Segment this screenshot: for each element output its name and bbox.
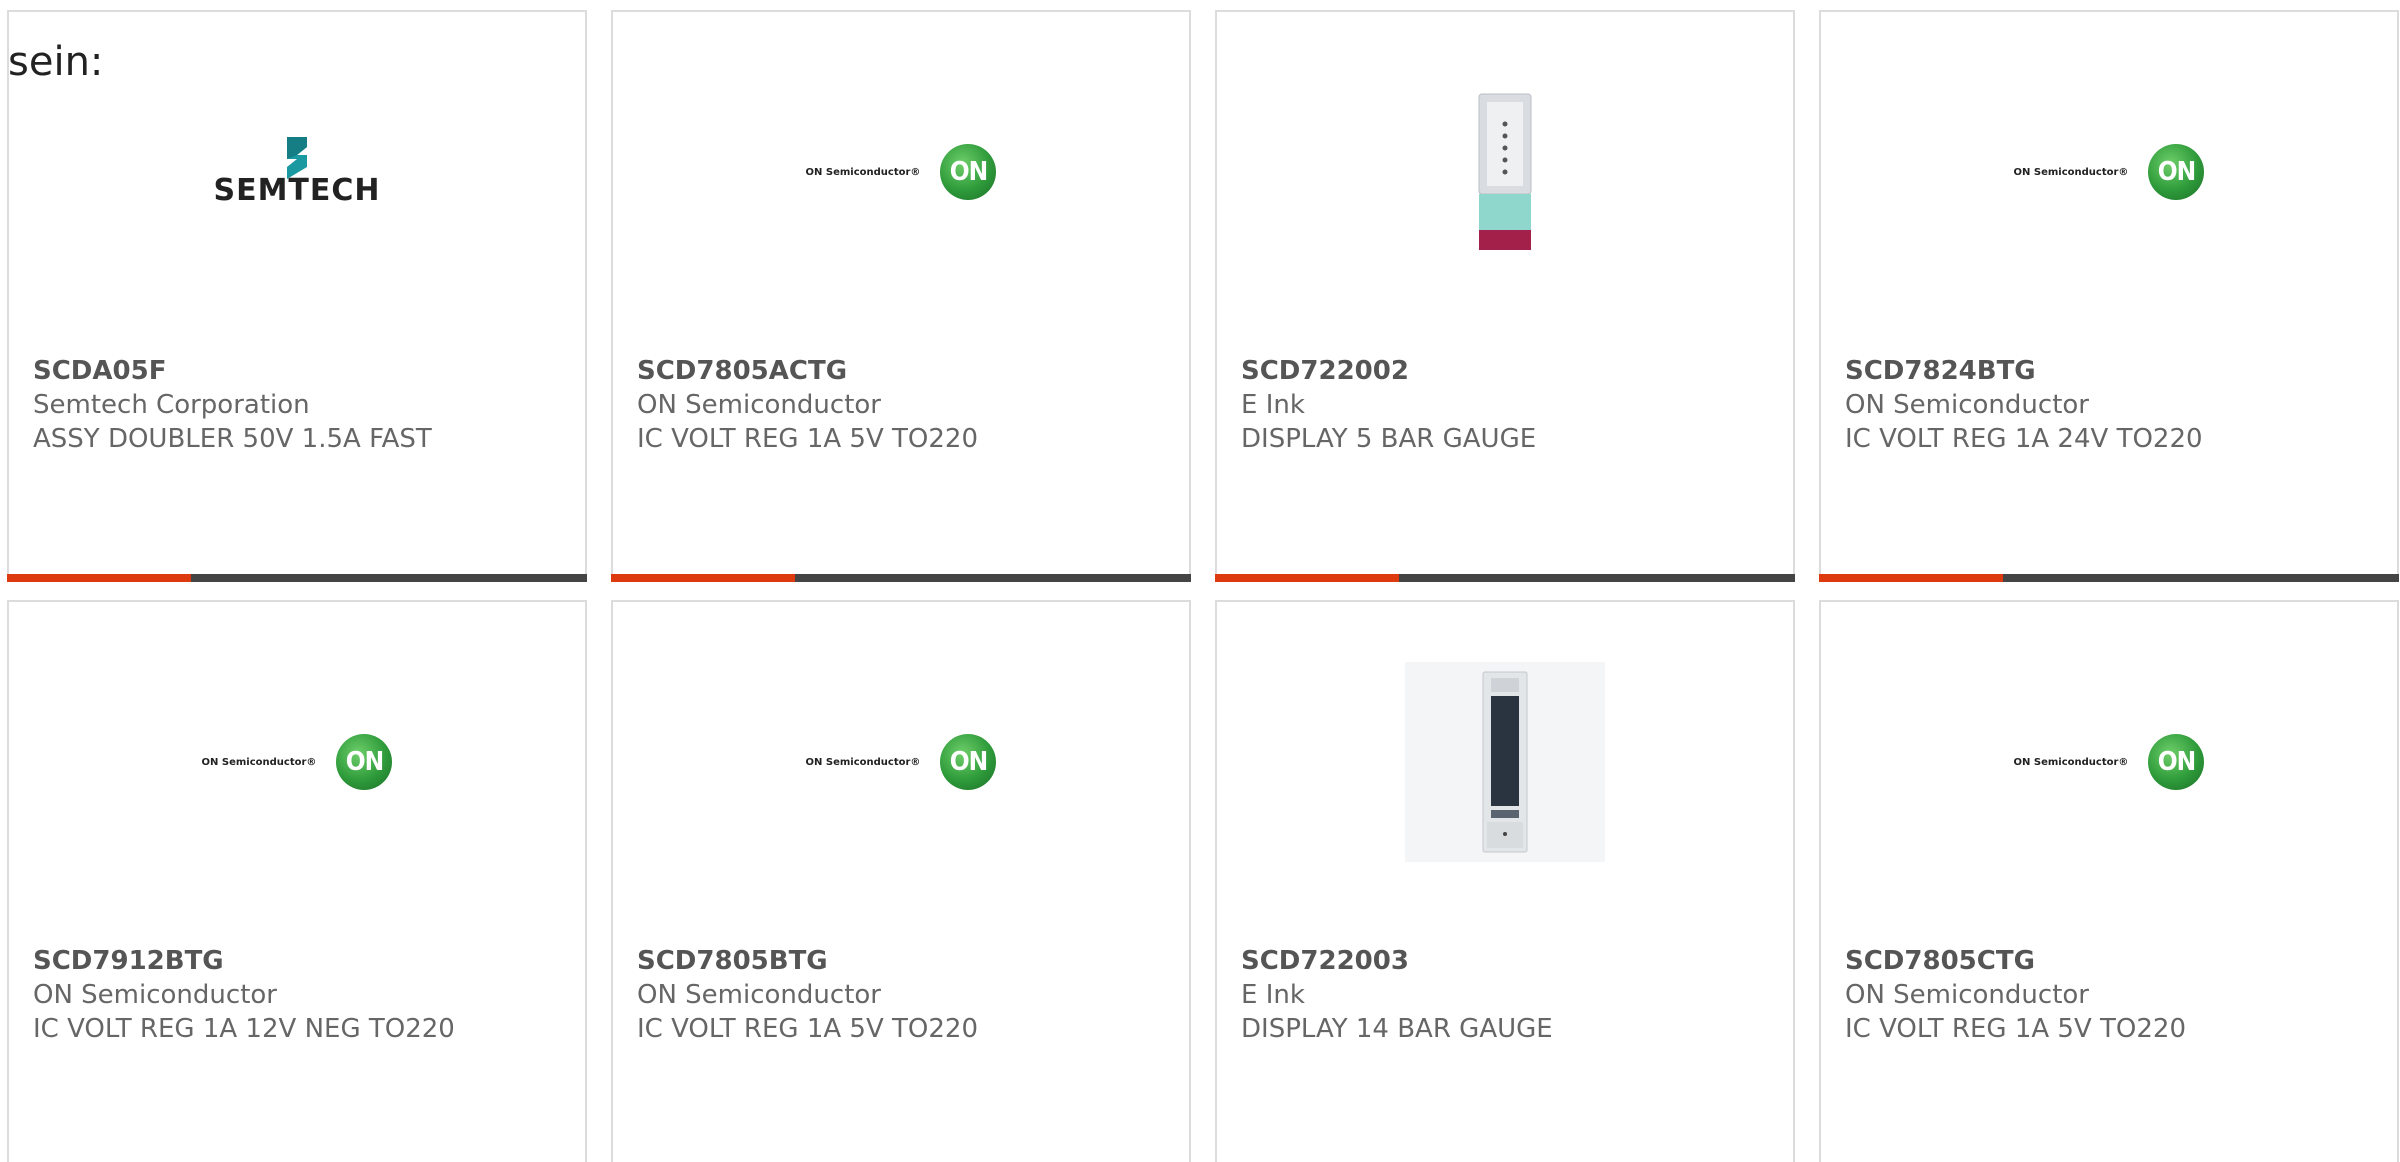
description: DISPLAY 5 BAR GAUGE xyxy=(1241,424,1537,454)
on-semiconductor-wordmark: ON Semiconductor® xyxy=(2013,166,2129,178)
description: IC VOLT REG 1A 5V TO220 xyxy=(637,1014,978,1044)
on-badge-icon: ON xyxy=(336,734,393,790)
card-bar-accent xyxy=(1215,574,1399,582)
manufacturer: ON Semiconductor xyxy=(33,980,277,1010)
on-badge-icon: ON xyxy=(940,734,997,790)
part-number[interactable]: SCD7805BTG xyxy=(637,944,1173,978)
product-card[interactable]: ON Semiconductor® ON SCD7912BTG ON Semic… xyxy=(7,600,587,1162)
on-semiconductor-wordmark: ON Semiconductor® xyxy=(2013,756,2129,768)
product-card[interactable]: SEMTECH SCDA05F Semtech Corporation ASSY… xyxy=(7,10,587,582)
product-card[interactable]: ON Semiconductor® ON SCD7805CTG ON Semic… xyxy=(1819,600,2399,1162)
e-ink-gauge-5-bar-image xyxy=(1478,93,1532,250)
part-number[interactable]: SCD7805CTG xyxy=(1845,944,2381,978)
product-card[interactable]: ON Semiconductor® ON SCD7824BTG ON Semic… xyxy=(1819,10,2399,582)
product-image[interactable]: ON Semiconductor® ON xyxy=(1821,642,2397,882)
on-semiconductor-wordmark: ON Semiconductor® xyxy=(805,756,921,768)
on-badge-icon: ON xyxy=(2148,144,2205,200)
on-badge-icon: ON xyxy=(940,144,997,200)
on-semiconductor-logo: ON Semiconductor® ON xyxy=(806,144,997,200)
card-bar-accent xyxy=(7,574,191,582)
card-bar-accent xyxy=(611,574,795,582)
card-bar xyxy=(1215,574,1795,582)
product-image[interactable]: ON Semiconductor® ON xyxy=(613,642,1189,882)
product-image[interactable]: ON Semiconductor® ON xyxy=(613,52,1189,292)
card-bar-accent xyxy=(1819,574,2003,582)
description: ASSY DOUBLER 50V 1.5A FAST xyxy=(33,424,432,454)
product-card[interactable]: ON Semiconductor® ON SCD7805ACTG ON Semi… xyxy=(611,10,1191,582)
description: IC VOLT REG 1A 24V TO220 xyxy=(1845,424,2203,454)
product-card[interactable]: SCD722002 E Ink DISPLAY 5 BAR GAUGE xyxy=(1215,10,1795,582)
on-semiconductor-logo: ON Semiconductor® ON xyxy=(806,734,997,790)
product-image[interactable]: ON Semiconductor® ON xyxy=(1821,52,2397,292)
semtech-logo: SEMTECH xyxy=(213,136,380,208)
part-number[interactable]: SCD722003 xyxy=(1241,944,1777,978)
card-bar xyxy=(1819,574,2399,582)
part-number[interactable]: SCD7824BTG xyxy=(1845,354,2381,388)
product-card[interactable]: SCD722003 E Ink DISPLAY 14 BAR GAUGE xyxy=(1215,600,1795,1162)
on-semiconductor-logo: ON Semiconductor® ON xyxy=(2014,144,2205,200)
description: IC VOLT REG 1A 5V TO220 xyxy=(637,424,978,454)
part-number[interactable]: SCDA05F xyxy=(33,354,569,388)
on-semiconductor-logo: ON Semiconductor® ON xyxy=(202,734,393,790)
product-image[interactable] xyxy=(1217,52,1793,292)
manufacturer: ON Semiconductor xyxy=(1845,980,2089,1010)
on-semiconductor-wordmark: ON Semiconductor® xyxy=(201,756,317,768)
description: DISPLAY 14 BAR GAUGE xyxy=(1241,1014,1553,1044)
card-bar xyxy=(611,574,1191,582)
lead-text: sein: xyxy=(8,39,104,85)
product-card[interactable]: ON Semiconductor® ON SCD7805BTG ON Semic… xyxy=(611,600,1191,1162)
on-semiconductor-logo: ON Semiconductor® ON xyxy=(2014,734,2205,790)
manufacturer: Semtech Corporation xyxy=(33,390,310,420)
product-image[interactable]: ON Semiconductor® ON xyxy=(9,642,585,882)
e-ink-gauge-14-bar-image xyxy=(1405,662,1605,862)
manufacturer: E Ink xyxy=(1241,390,1305,420)
product-grid-page: sein: SEMTECH SCDA05F Semtech Corporatio… xyxy=(0,0,2400,1162)
description: IC VOLT REG 1A 5V TO220 xyxy=(1845,1014,2186,1044)
semtech-mark-icon xyxy=(286,136,307,179)
on-semiconductor-wordmark: ON Semiconductor® xyxy=(805,166,921,178)
description: IC VOLT REG 1A 12V NEG TO220 xyxy=(33,1014,455,1044)
manufacturer: E Ink xyxy=(1241,980,1305,1010)
on-badge-icon: ON xyxy=(2148,734,2205,790)
card-bar xyxy=(7,574,587,582)
manufacturer: ON Semiconductor xyxy=(637,390,881,420)
part-number[interactable]: SCD722002 xyxy=(1241,354,1777,388)
part-number[interactable]: SCD7805ACTG xyxy=(637,354,1173,388)
product-image[interactable]: SEMTECH xyxy=(9,52,585,292)
part-number[interactable]: SCD7912BTG xyxy=(33,944,569,978)
product-image[interactable] xyxy=(1217,642,1793,882)
manufacturer: ON Semiconductor xyxy=(1845,390,2089,420)
manufacturer: ON Semiconductor xyxy=(637,980,881,1010)
